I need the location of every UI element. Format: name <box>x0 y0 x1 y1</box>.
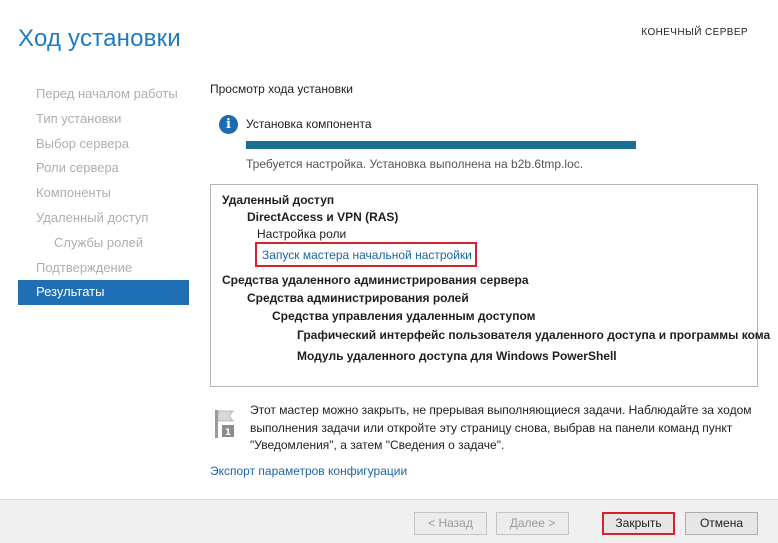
wizard-steps-sidebar: Перед началом работы Тип установки Выбор… <box>18 82 189 306</box>
result-powershell-module: Модуль удаленного доступа для Windows Po… <box>297 349 617 363</box>
export-configuration-link[interactable]: Экспорт параметров конфигурации <box>210 464 407 478</box>
next-button[interactable]: Далее > <box>496 512 569 535</box>
launch-wizard-link-box: Запуск мастера начальной настройки <box>255 242 477 267</box>
result-directaccess-vpn: DirectAccess и VPN (RAS) <box>247 210 399 224</box>
sidebar-item-server-selection[interactable]: Выбор сервера <box>18 132 189 157</box>
note-line: "Уведомления", а затем "Сведения о задач… <box>250 438 505 452</box>
flag-note-icon: 1 <box>213 410 237 438</box>
sidebar-item-remote-access[interactable]: Удаленный доступ <box>18 206 189 231</box>
svg-text:1: 1 <box>225 428 231 438</box>
installation-results-list[interactable]: Удаленный доступ DirectAccess и VPN (RAS… <box>210 184 770 387</box>
sidebar-item-before-you-begin[interactable]: Перед началом работы <box>18 82 189 107</box>
note-line: Этот мастер можно закрыть, не прерывая в… <box>250 403 752 417</box>
section-title: Просмотр хода установки <box>210 82 353 96</box>
wizard-footer: < Назад Далее > Закрыть Отмена <box>0 499 778 543</box>
sidebar-item-results[interactable]: Результаты <box>18 280 189 306</box>
page-title: Ход установки <box>18 25 181 52</box>
sidebar-item-server-roles[interactable]: Роли сервера <box>18 156 189 181</box>
result-role-configuration: Настройка роли <box>257 227 347 241</box>
progress-bar-fill <box>246 141 636 149</box>
result-remote-access-gui: Графический интерфейс пользователя удале… <box>297 328 771 342</box>
note-line: выполнения задачи или откройте эту стран… <box>250 420 733 435</box>
result-remote-access-mgmt-tools: Средства управления удаленным доступом <box>272 309 536 323</box>
back-button[interactable]: < Назад <box>414 512 487 535</box>
cancel-button[interactable]: Отмена <box>685 512 758 535</box>
result-role-admin-tools: Средства администрирования ролей <box>247 291 469 305</box>
result-remote-access: Удаленный доступ <box>222 193 335 207</box>
installation-progress-bar <box>246 141 636 149</box>
sidebar-item-role-services[interactable]: Службы ролей <box>18 231 189 256</box>
sidebar-item-features[interactable]: Компоненты <box>18 181 189 206</box>
close-wizard-note: Этот мастер можно закрыть, не прерывая в… <box>250 402 756 455</box>
result-rsat: Средства удаленного администрирования се… <box>222 273 529 287</box>
progress-note: Требуется настройка. Установка выполнена… <box>246 157 584 171</box>
launch-getting-started-wizard-link[interactable]: Запуск мастера начальной настройки <box>262 248 472 262</box>
info-icon: i <box>219 115 238 134</box>
close-button[interactable]: Закрыть <box>602 512 675 535</box>
destination-server-label: КОНЕЧНЫЙ СЕРВЕР <box>641 27 748 38</box>
installation-status-text: Установка компонента <box>246 117 372 131</box>
sidebar-item-installation-type[interactable]: Тип установки <box>18 107 189 132</box>
sidebar-item-confirmation[interactable]: Подтверждение <box>18 256 189 281</box>
